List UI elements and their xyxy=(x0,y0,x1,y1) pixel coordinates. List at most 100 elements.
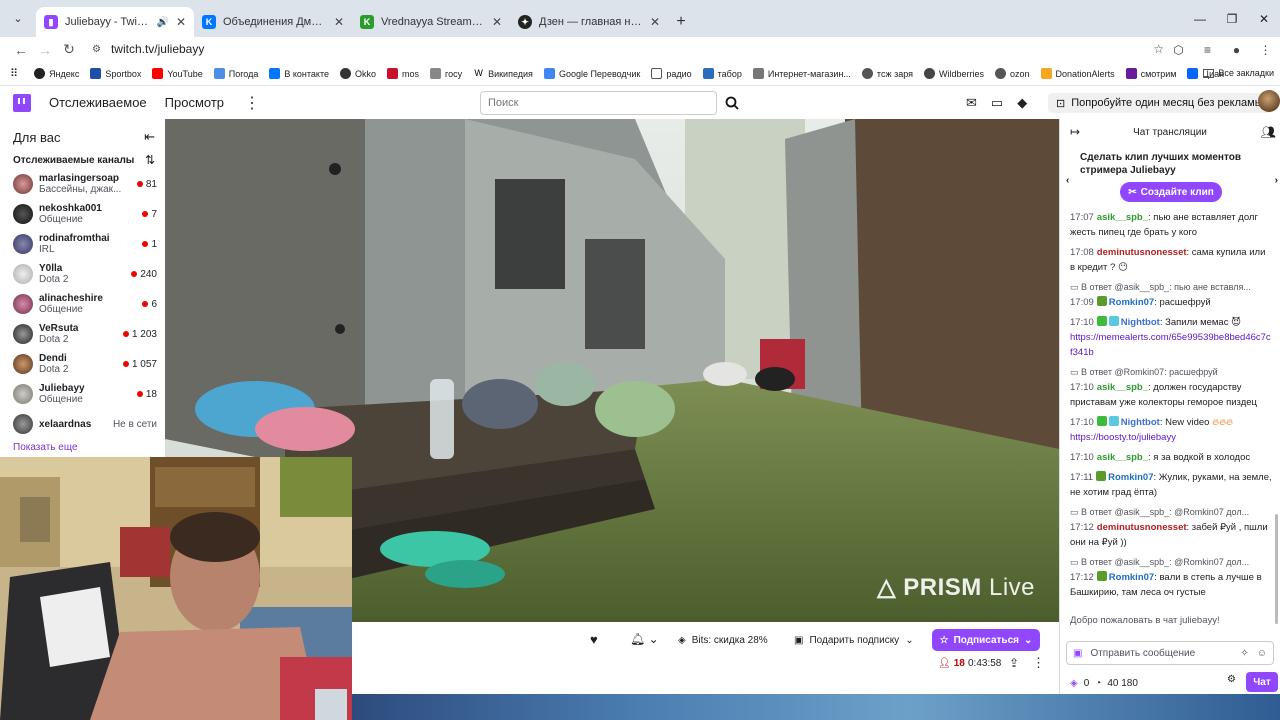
channel-item[interactable]: Y0lla Dota 2 240 xyxy=(13,259,165,289)
close-tab-icon[interactable]: ✕ xyxy=(176,15,186,29)
channel-item[interactable]: marlasingersoap Бассейны, джак... 81 xyxy=(13,169,165,199)
channel-item[interactable]: Dendi Dota 2 1 057 xyxy=(13,349,165,379)
tab-dzen[interactable]: ✦ Дзен — главная новостная и... ✕ xyxy=(510,7,668,37)
close-tab-icon[interactable]: ✕ xyxy=(650,15,660,29)
channel-item[interactable]: rodinafromthai IRL 1 xyxy=(13,229,165,259)
magic-icon[interactable]: ✧ xyxy=(1240,648,1248,659)
show-more-link[interactable]: Показать еще xyxy=(13,442,165,453)
crown-icon[interactable]: ◆ xyxy=(1017,95,1027,111)
bookmark-ozon[interactable]: ozon xyxy=(995,68,1030,79)
create-clip-button[interactable]: ✂ Создайте клип xyxy=(1120,182,1222,202)
channel-item[interactable]: alinacheshire Общение 6 xyxy=(13,289,165,319)
apps-icon[interactable]: ⠿ xyxy=(10,67,18,80)
chat-input[interactable]: ▣ Отправить сообщение ✧ ☺ xyxy=(1066,641,1274,665)
restore-icon[interactable]: ❐ xyxy=(1216,0,1248,37)
inbox-icon[interactable]: ✉ xyxy=(966,95,977,111)
search-input[interactable] xyxy=(480,91,717,115)
browser-menu-icon[interactable]: ⋮ xyxy=(1251,43,1280,57)
bookmark-mos[interactable]: mos xyxy=(386,68,419,79)
minimize-icon[interactable]: — xyxy=(1184,0,1216,37)
channel-item[interactable]: nekoshka001 Общение 7 xyxy=(13,199,165,229)
chevron-left-icon[interactable]: ‹ xyxy=(1066,174,1069,187)
channel-item[interactable]: xelaardnas Не в сети xyxy=(13,409,165,439)
whispers-icon[interactable]: ▭ xyxy=(991,95,1003,111)
bookmark-okko[interactable]: Okko xyxy=(339,68,376,79)
share-icon[interactable]: ⇪ xyxy=(1009,656,1019,670)
collapse-icon[interactable]: ⇤ xyxy=(144,129,155,145)
nav-browse[interactable]: Просмотр xyxy=(165,95,224,110)
reload-icon[interactable]: ↻ xyxy=(57,41,81,58)
bits-icon[interactable]: ▣ xyxy=(1073,648,1082,659)
bookmark-weather[interactable]: Погода xyxy=(213,68,258,79)
channel-item[interactable]: VeRsuta Dota 2 1 203 xyxy=(13,319,165,349)
bookmark-shop[interactable]: Интернет-магазин... xyxy=(752,68,851,79)
bookmark-radio[interactable]: радио xyxy=(651,68,692,79)
speaker-icon[interactable]: 🔊 xyxy=(156,17,168,28)
nav-following[interactable]: Отслеживаемое xyxy=(49,95,147,110)
bookmark-google-translate[interactable]: Google Переводчик xyxy=(543,68,640,79)
msg-user[interactable]: Romkin07 xyxy=(1109,297,1154,308)
msg-user[interactable]: Nightbot xyxy=(1121,317,1160,328)
back-icon[interactable]: ← xyxy=(9,42,33,58)
msg-user[interactable]: Nightbot xyxy=(1121,417,1160,428)
bookmark-star-icon[interactable]: ☆ xyxy=(1153,42,1164,56)
chat-scrollbar[interactable] xyxy=(1275,514,1278,624)
channel-item[interactable]: Juliebayy Общение 18 xyxy=(13,379,165,409)
site-info-icon[interactable]: ⚙ xyxy=(92,44,101,55)
tab-kick[interactable]: K Vrednayya Stream - Watch Live... ✕ xyxy=(352,7,510,37)
media-icon[interactable]: ≡ xyxy=(1193,43,1222,57)
bookmark-vk[interactable]: В контакте xyxy=(269,68,329,79)
url-field[interactable]: ⚙ twitch.tv/juliebayy ☆ xyxy=(84,38,1174,60)
more-options-icon[interactable]: ⋮ xyxy=(1032,655,1045,671)
bookmark-tabor[interactable]: табор xyxy=(702,68,742,79)
collapse-chat-icon[interactable]: ↦ xyxy=(1070,125,1080,139)
chat-send-button[interactable]: Чат xyxy=(1246,672,1278,692)
msg-user[interactable]: Romkin07 xyxy=(1109,572,1154,583)
msg-user[interactable]: asik__spb_ xyxy=(1097,452,1148,463)
msg-user[interactable]: deminutusnonesset xyxy=(1097,247,1187,258)
close-window-icon[interactable]: ✕ xyxy=(1248,0,1280,37)
bookmark-yandex[interactable]: Яндекс xyxy=(34,68,79,79)
bookmark-tszh[interactable]: тсж заря xyxy=(861,68,913,79)
bookmark-sportbox[interactable]: Sportbox xyxy=(90,68,141,79)
bookmark-smotrim[interactable]: смотрим xyxy=(1125,68,1176,79)
bookmark-wildberries[interactable]: Wildberries xyxy=(923,68,984,79)
forward-icon[interactable]: → xyxy=(33,42,57,58)
msg-user[interactable]: asik__spb_ xyxy=(1097,382,1148,393)
new-tab-icon[interactable]: + xyxy=(668,7,694,37)
bookmark-gosu[interactable]: госу xyxy=(430,68,462,79)
user-avatar[interactable] xyxy=(1258,90,1280,112)
close-tab-icon[interactable]: ✕ xyxy=(492,15,502,29)
msg-user[interactable]: deminutusnonesset xyxy=(1097,522,1187,533)
gift-sub-button[interactable]: ▣ Подарить подписку ⌄ xyxy=(794,631,914,649)
community-icon[interactable]: 👥︎ xyxy=(1261,125,1276,139)
channel-points-icon[interactable]: ◔ xyxy=(1095,678,1101,689)
tab-twitch[interactable]: ▮ Juliebayy - Twitch 🔊 ✕ xyxy=(36,7,194,37)
chevron-right-icon[interactable]: › xyxy=(1275,174,1278,187)
extensions-icon[interactable]: ⬡ xyxy=(1164,43,1193,57)
notifications-bell-icon[interactable]: 🔔︎ ⌄ xyxy=(630,632,659,646)
bookmark-wikipedia[interactable]: W Википедия xyxy=(473,68,533,79)
msg-link[interactable]: https://boosty.to/juliebayy xyxy=(1070,432,1176,443)
sort-icon[interactable]: ⇅ xyxy=(145,153,155,167)
emote-picker-icon[interactable]: ☺ xyxy=(1257,648,1267,659)
all-bookmarks[interactable]: Все закладки xyxy=(1203,68,1274,78)
tab-search-icon[interactable]: ⌄ xyxy=(0,0,36,37)
msg-link[interactable]: https://memealerts.com/65e99539be8bed46c… xyxy=(1070,332,1271,358)
ad-free-promo-button[interactable]: ⊡ Попробуйте один месяц без рекламы xyxy=(1048,93,1271,113)
twitch-logo-icon[interactable] xyxy=(13,93,31,112)
tab-vk[interactable]: K Объединения Дмитрия Зорин... ✕ xyxy=(194,7,352,37)
bits-diamond-icon[interactable]: ◈ xyxy=(1070,678,1078,689)
more-icon[interactable]: ⋮ xyxy=(244,93,260,113)
bookmark-donationalerts[interactable]: DonationAlerts xyxy=(1040,68,1115,79)
bits-button[interactable]: ◈ Bits: скидка 28% xyxy=(678,631,768,649)
close-tab-icon[interactable]: ✕ xyxy=(334,15,344,29)
profile-icon[interactable]: ● xyxy=(1222,43,1251,57)
msg-user[interactable]: Romkin07 xyxy=(1108,472,1153,483)
search-icon[interactable] xyxy=(719,91,745,115)
msg-user[interactable]: asik__spb_ xyxy=(1097,212,1148,223)
subscribe-button[interactable]: ☆ Подписаться ⌄ xyxy=(932,629,1040,651)
bookmark-youtube[interactable]: YouTube xyxy=(152,68,203,79)
chat-settings-icon[interactable]: ⚙ xyxy=(1227,674,1236,685)
follow-heart-icon[interactable]: ♥ xyxy=(590,632,598,647)
